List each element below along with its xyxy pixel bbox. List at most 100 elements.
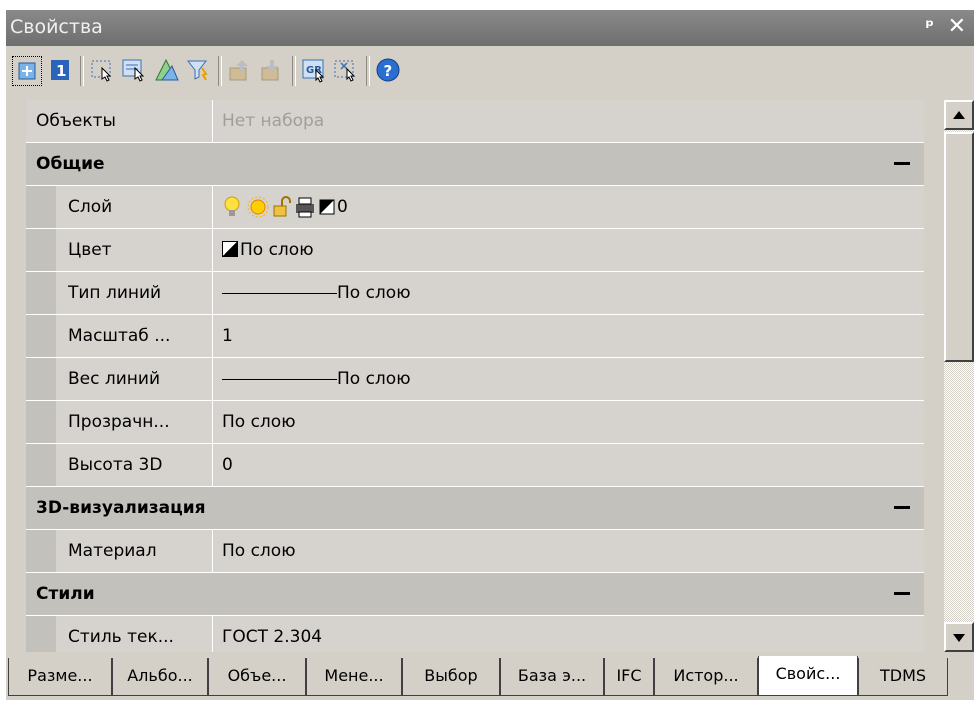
tab-dimensions[interactable]: Разме... xyxy=(8,658,112,696)
lineweight-row[interactable]: Вес линий По слою xyxy=(26,358,924,401)
color-value-cell[interactable]: По слою xyxy=(222,229,314,271)
column-divider xyxy=(212,358,213,400)
tab-objects[interactable]: Объе... xyxy=(208,658,306,696)
collapse-icon[interactable] xyxy=(894,162,910,165)
lineweight-value: По слою xyxy=(337,369,411,389)
category-3d-visualization[interactable]: 3D-визуализация xyxy=(26,487,924,530)
transparency-row[interactable]: Прозрачн... По слою xyxy=(26,401,924,444)
tab-database[interactable]: База э... xyxy=(500,658,604,696)
linetype-value: По слою xyxy=(337,283,411,303)
quick-select-icon[interactable] xyxy=(120,56,150,86)
scroll-up-button[interactable] xyxy=(944,100,974,130)
tab-ifc[interactable]: IFC xyxy=(604,658,654,696)
color-label: Цвет xyxy=(68,240,112,260)
category-general[interactable]: Общие xyxy=(26,143,924,186)
collapse-icon[interactable] xyxy=(894,592,910,595)
printer-icon xyxy=(296,197,314,218)
color-swatch-icon xyxy=(222,241,238,257)
layer-state-icons xyxy=(224,196,335,218)
move-down-icon[interactable] xyxy=(258,56,288,86)
toolbar-separator xyxy=(218,56,222,86)
select-group-icon[interactable]: GR xyxy=(300,56,330,86)
row-gutter xyxy=(26,444,56,486)
row-gutter xyxy=(26,315,56,357)
column-divider xyxy=(212,401,213,443)
material-value[interactable]: По слою xyxy=(222,530,296,572)
column-divider xyxy=(212,100,213,142)
column-divider xyxy=(212,530,213,572)
text-style-row[interactable]: Стиль тек... ГОСТ 2.304 xyxy=(26,616,924,652)
unlock-icon xyxy=(273,196,291,217)
move-up-icon[interactable] xyxy=(226,56,256,86)
tab-properties[interactable]: Свойс... xyxy=(758,656,858,696)
tab-albums[interactable]: Альбо... xyxy=(112,658,208,696)
palette-title: Свойства xyxy=(10,16,103,38)
layer-row[interactable]: Слой 0 xyxy=(26,186,924,229)
column-divider xyxy=(212,272,213,314)
lineweight-label: Вес линий xyxy=(68,369,160,389)
category-styles-label: Стили xyxy=(36,584,95,604)
help-icon[interactable]: ? xyxy=(374,56,404,86)
column-divider xyxy=(212,186,213,228)
properties-palette: Свойства ᵖ ✕ 1 GR ? Объекты Нет набора О… xyxy=(6,10,974,700)
transparency-value[interactable]: По слою xyxy=(222,401,296,443)
transparency-label: Прозрачн... xyxy=(68,412,170,432)
scroll-down-button[interactable] xyxy=(944,622,974,652)
sun-icon xyxy=(247,196,269,218)
arrow-down-icon xyxy=(953,634,965,642)
layer-label: Слой xyxy=(68,197,113,217)
linetype-scale-value[interactable]: 1 xyxy=(222,315,233,357)
tab-history[interactable]: Истор... xyxy=(654,658,758,696)
linetype-scale-row[interactable]: Масштаб ... 1 xyxy=(26,315,924,358)
line-sample-icon xyxy=(222,378,337,380)
column-divider xyxy=(212,229,213,271)
height3d-label: Высота 3D xyxy=(68,455,163,475)
title-bar[interactable]: Свойства ᵖ ✕ xyxy=(6,10,974,46)
tab-selection[interactable]: Выбор xyxy=(402,658,500,696)
material-row[interactable]: Материал По слою xyxy=(26,530,924,573)
lightbulb-icon xyxy=(224,196,240,216)
color-value: По слою xyxy=(240,240,314,260)
pin-icon[interactable]: ᵖ xyxy=(925,16,934,37)
vertical-scrollbar[interactable] xyxy=(944,100,974,652)
svg-text:1: 1 xyxy=(56,62,66,80)
scroll-thumb[interactable] xyxy=(944,132,974,362)
deselect-icon[interactable] xyxy=(332,56,362,86)
tab-manager[interactable]: Мене... xyxy=(306,658,402,696)
toolbar-separator xyxy=(292,56,296,86)
objects-label: Объекты xyxy=(36,111,116,131)
add-to-selection-icon[interactable] xyxy=(12,56,42,86)
linetype-row[interactable]: Тип линий По слою xyxy=(26,272,924,315)
height3d-value[interactable]: 0 xyxy=(222,444,233,486)
tab-tdms[interactable]: TDMS xyxy=(858,658,948,696)
property-grid: Объекты Нет набора Общие Слой 0 Цвет По … xyxy=(26,100,924,652)
material-label: Материал xyxy=(68,541,157,561)
select-objects-icon[interactable] xyxy=(88,56,118,86)
row-gutter xyxy=(26,530,56,572)
row-gutter xyxy=(26,229,56,271)
close-icon[interactable]: ✕ xyxy=(948,14,966,39)
select-similar-icon[interactable] xyxy=(152,56,182,86)
single-object-icon[interactable]: 1 xyxy=(46,56,76,86)
linetype-value-cell[interactable]: По слою xyxy=(222,272,411,314)
collapse-icon[interactable] xyxy=(894,506,910,509)
layer-value-cell[interactable]: 0 xyxy=(222,186,348,228)
svg-text:?: ? xyxy=(384,62,393,80)
text-style-value[interactable]: ГОСТ 2.304 xyxy=(222,616,322,652)
palette-tabs: Разме... Альбо... Объе... Мене... Выбор … xyxy=(6,656,974,698)
objects-row[interactable]: Объекты Нет набора xyxy=(26,100,924,143)
row-gutter xyxy=(26,616,56,652)
objects-value[interactable]: Нет набора xyxy=(222,100,324,142)
toolbar: 1 GR ? xyxy=(6,46,974,94)
line-sample-icon xyxy=(222,292,337,294)
linetype-scale-label: Масштаб ... xyxy=(68,326,171,346)
category-3d-visualization-label: 3D-визуализация xyxy=(36,498,206,518)
height3d-row[interactable]: Высота 3D 0 xyxy=(26,444,924,487)
toolbar-separator xyxy=(80,56,84,86)
category-styles[interactable]: Стили xyxy=(26,573,924,616)
lineweight-value-cell[interactable]: По слою xyxy=(222,358,411,400)
color-row[interactable]: Цвет По слою xyxy=(26,229,924,272)
filter-icon[interactable] xyxy=(184,56,214,86)
row-gutter xyxy=(26,272,56,314)
text-style-label: Стиль тек... xyxy=(68,627,174,647)
